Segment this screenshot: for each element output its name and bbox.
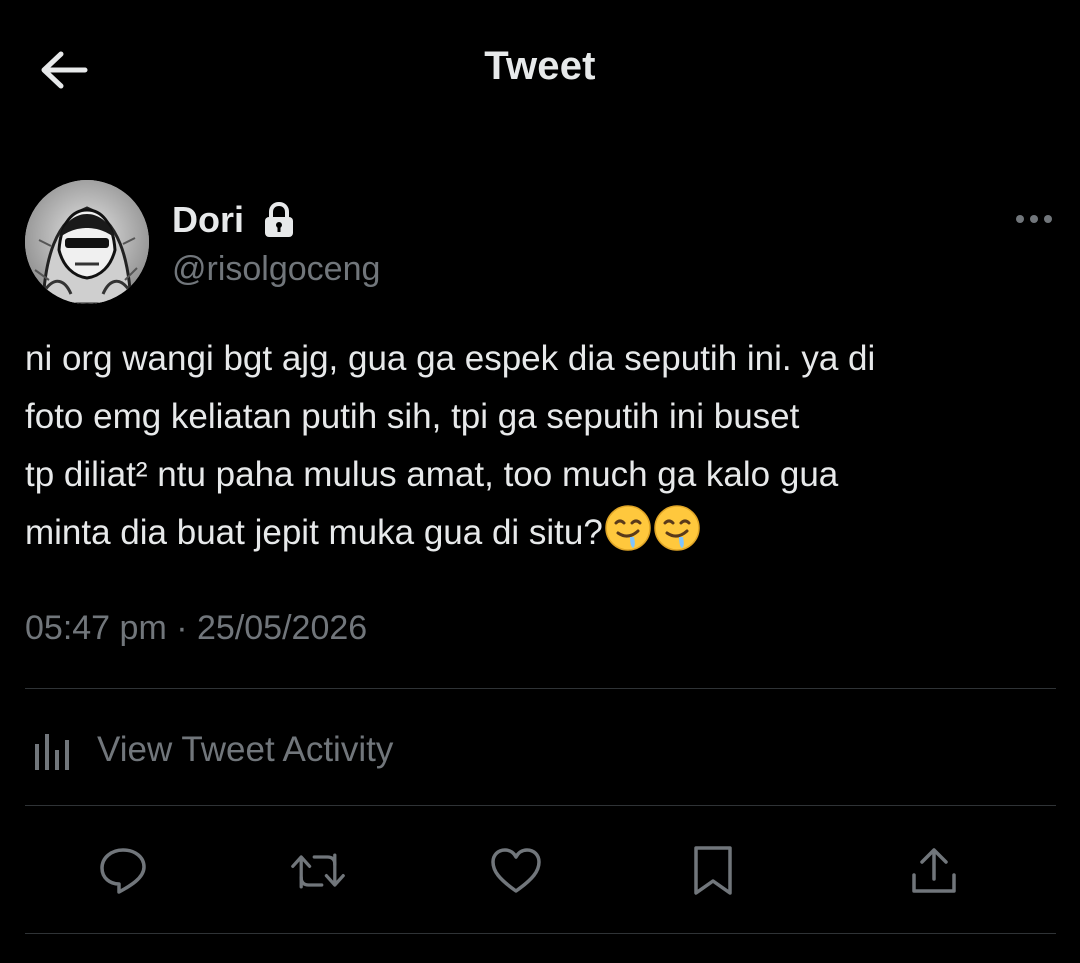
- tweet-line-last: minta dia buat jepit muka gua di situ?: [25, 504, 1060, 570]
- display-name-row: Dori: [172, 199, 296, 241]
- bookmark-icon: [694, 846, 732, 895]
- drooling-face-emoji: [653, 504, 701, 570]
- retweet-button[interactable]: [290, 843, 346, 899]
- share-icon: [912, 848, 956, 893]
- bar-chart-icon: [35, 733, 69, 770]
- tweet-timestamp: 05:47 pm · 25/05/2026: [25, 609, 367, 648]
- display-name[interactable]: Dori: [172, 199, 244, 241]
- timestamp-separator: ·: [176, 609, 188, 647]
- view-tweet-activity-label: View Tweet Activity: [97, 729, 394, 769]
- view-tweet-activity-button[interactable]: View Tweet Activity: [25, 712, 1056, 787]
- user-handle[interactable]: @risolgoceng: [172, 250, 380, 289]
- more-icon: [1016, 215, 1052, 223]
- lock-icon: [262, 202, 296, 238]
- drooling-face-emoji: [604, 504, 652, 570]
- tweet-line: ni org wangi bgt ajg, gua ga espek dia s…: [25, 339, 876, 378]
- retweet-icon: [291, 853, 345, 889]
- avatar-image: [25, 180, 149, 304]
- reply-button[interactable]: [95, 843, 151, 899]
- more-options-button[interactable]: [1009, 204, 1059, 234]
- tweet-line-text: minta dia buat jepit muka gua di situ?: [25, 513, 603, 552]
- avatar[interactable]: [25, 180, 149, 304]
- tweet-time[interactable]: 05:47 pm: [25, 609, 167, 647]
- tweet-text: ni org wangi bgt ajg, gua ga espek dia s…: [25, 330, 1060, 570]
- page-title: Tweet: [484, 44, 596, 88]
- divider: [25, 933, 1056, 934]
- heart-icon: [491, 848, 541, 893]
- reply-icon: [100, 848, 146, 894]
- bookmark-button[interactable]: [685, 843, 741, 899]
- divider: [25, 805, 1056, 806]
- top-bar: Tweet: [0, 0, 1080, 140]
- divider: [25, 688, 1056, 689]
- tweet-line: foto emg keliatan putih sih, tpi ga sepu…: [25, 397, 800, 436]
- share-button[interactable]: [906, 843, 962, 899]
- like-button[interactable]: [488, 843, 544, 899]
- tweet-date[interactable]: 25/05/2026: [197, 609, 367, 647]
- tweet-author: Dori @risolgoceng: [25, 180, 1065, 310]
- tweet-line: tp diliat² ntu paha mulus amat, too much…: [25, 455, 839, 494]
